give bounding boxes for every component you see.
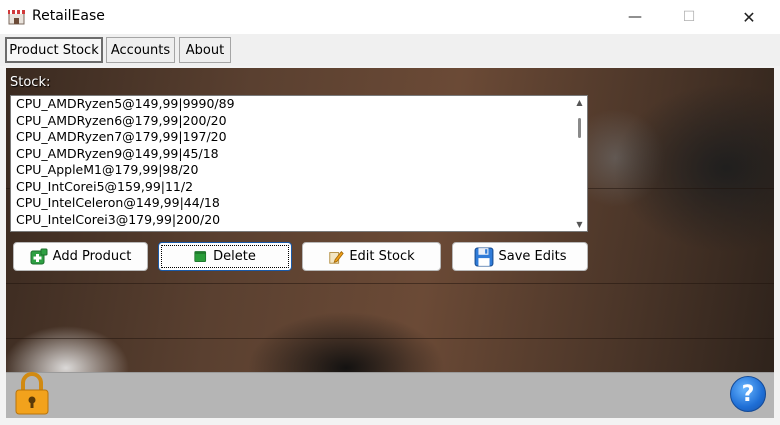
- delete-button[interactable]: Delete: [158, 242, 292, 271]
- maximize-icon: ☐: [682, 9, 696, 25]
- list-item[interactable]: CPU_AMDRyzen9@149,99|45/18: [11, 146, 587, 163]
- close-button[interactable]: ✕: [726, 0, 772, 34]
- title-bar: RetailEase — ☐ ✕: [0, 0, 780, 34]
- help-button[interactable]: ?: [730, 376, 766, 412]
- list-item[interactable]: CPU_IntCorei5@159,99|11/2: [11, 179, 587, 196]
- list-item[interactable]: CPU_AMDRyzen6@179,99|200/20: [11, 113, 587, 130]
- window-title: RetailEase: [32, 8, 105, 24]
- list-item[interactable]: CPU_AppleM1@179,99|98/20: [11, 162, 587, 179]
- edit-stock-button[interactable]: Edit Stock: [302, 242, 441, 271]
- tab-bar: Product Stock Accounts About: [0, 34, 780, 66]
- lock-icon[interactable]: [14, 372, 50, 416]
- scroll-up-icon[interactable]: ▲: [575, 98, 584, 107]
- list-item[interactable]: CPU_IntelCorei3@179,99|200/20: [11, 212, 587, 229]
- edit-icon: [329, 250, 345, 264]
- save-edits-label: Save Edits: [498, 249, 567, 264]
- tab-product-stock[interactable]: Product Stock: [5, 37, 103, 63]
- delete-icon: [194, 250, 207, 262]
- app-icon: [8, 10, 25, 25]
- tab-about[interactable]: About: [179, 37, 231, 63]
- add-product-icon: [30, 248, 48, 264]
- delete-label: Delete: [213, 249, 256, 264]
- tab-accounts[interactable]: Accounts: [106, 37, 175, 63]
- list-item[interactable]: CPU_AMDRyzen7@179,99|197/20: [11, 129, 587, 146]
- save-icon: [474, 247, 493, 266]
- minimize-button[interactable]: —: [612, 0, 658, 34]
- help-icon: ?: [741, 381, 755, 407]
- maximize-button[interactable]: ☐: [666, 0, 712, 34]
- edit-stock-label: Edit Stock: [349, 249, 415, 264]
- save-edits-button[interactable]: Save Edits: [452, 242, 588, 271]
- background-plank-line: [6, 338, 774, 339]
- scrollbar-thumb[interactable]: [578, 118, 581, 138]
- minimize-icon: —: [628, 9, 642, 25]
- list-item[interactable]: CPU_AMDRyzen5@149,99|9990/89: [11, 96, 587, 113]
- scroll-down-icon[interactable]: ▼: [575, 220, 584, 229]
- add-product-label: Add Product: [52, 249, 132, 264]
- product-stock-panel: Stock: CPU_AMDRyzen5@149,99|9990/89 CPU_…: [6, 68, 774, 418]
- list-item[interactable]: CPU_IntelCeleron@149,99|44/18: [11, 195, 587, 212]
- close-icon: ✕: [742, 7, 756, 27]
- stock-list[interactable]: CPU_AMDRyzen5@149,99|9990/89 CPU_AMDRyze…: [10, 95, 588, 232]
- footer-bar: [6, 372, 774, 418]
- stock-label: Stock:: [10, 75, 51, 90]
- background-plank-line: [6, 283, 774, 284]
- add-product-button[interactable]: Add Product: [13, 242, 148, 271]
